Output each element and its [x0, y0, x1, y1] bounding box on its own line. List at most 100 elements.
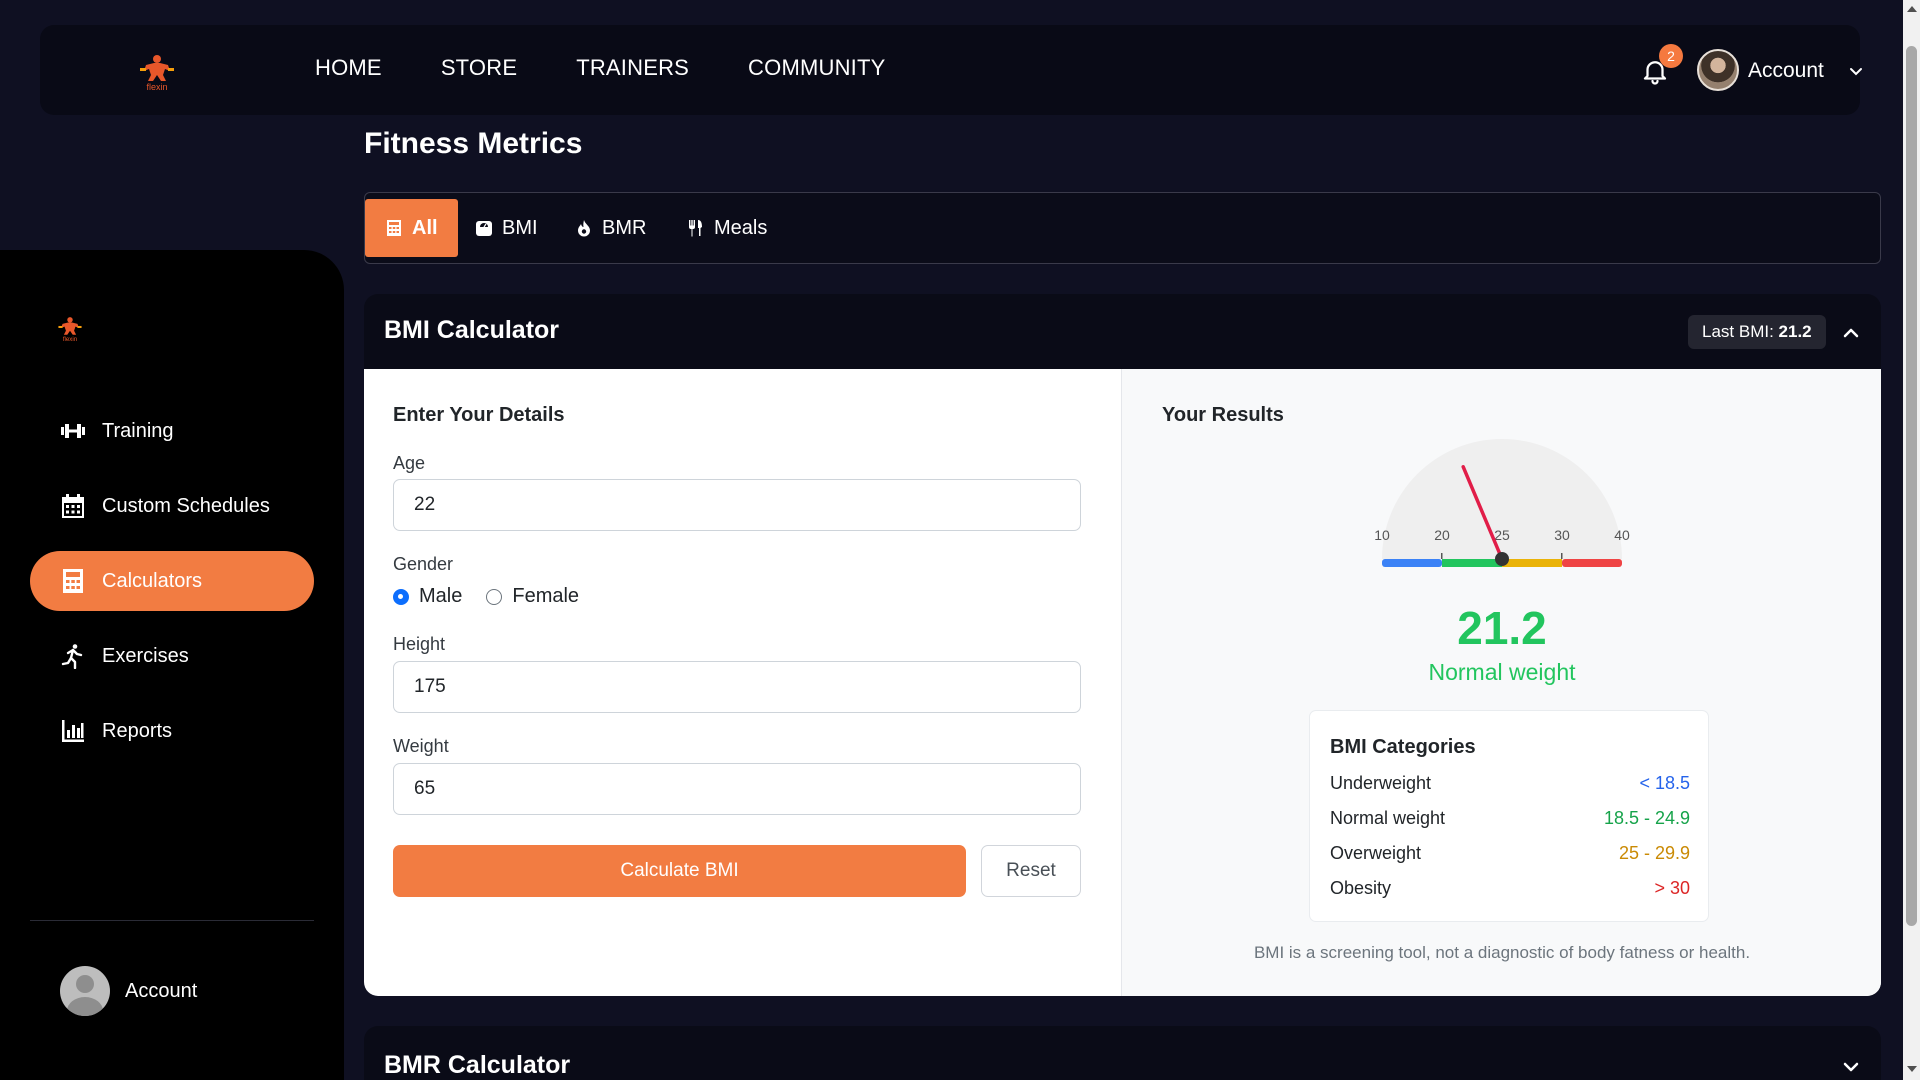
gauge-tick-label: 40	[1614, 527, 1630, 543]
svg-text:flexin: flexin	[146, 82, 167, 91]
sidebar: flexin Training Custom Schedules Calcula…	[0, 250, 344, 1080]
dumbbell-icon	[60, 418, 86, 444]
sidebar-item-exercises[interactable]: Exercises	[30, 626, 314, 686]
sidebar-item-label: Reports	[102, 719, 173, 742]
sidebar-item-label: Calculators	[102, 569, 203, 592]
gender-radio-group: Male Female	[393, 585, 579, 608]
last-bmi-badge: Last BMI: 21.2	[1688, 315, 1826, 349]
tab-meals[interactable]: Meals	[667, 199, 787, 257]
tab-label: All	[412, 216, 438, 239]
category-row: Underweight < 18.5	[1330, 773, 1690, 794]
nav-community[interactable]: COMMUNITY	[748, 55, 885, 81]
bmr-card-header[interactable]: BMR Calculator	[364, 1026, 1881, 1080]
gender-label: Gender	[393, 554, 454, 574]
calculator-icon	[385, 219, 403, 237]
svg-text:flexin: flexin	[63, 336, 77, 343]
gauge-tick	[1561, 553, 1563, 559]
gauge-band-obesity	[1562, 559, 1622, 567]
bmi-gauge: 10 20 25 30 40	[1374, 439, 1630, 567]
notification-badge: 2	[1659, 44, 1683, 68]
category-range: 18.5 - 24.9	[1603, 808, 1690, 828]
scrollbar-thumb[interactable]	[1906, 46, 1917, 926]
category-name: Underweight	[1330, 773, 1432, 793]
sidebar-item-label: Custom Schedules	[102, 494, 270, 517]
bmi-disclaimer: BMI is a screening tool, not a diagnosti…	[1253, 943, 1751, 962]
weight-input[interactable]: 65	[393, 763, 1081, 815]
chevron-up-icon[interactable]	[1842, 324, 1860, 342]
gauge-band-underweight	[1382, 559, 1442, 567]
tab-bmi[interactable]: BMI	[455, 199, 558, 257]
utensils-icon	[687, 219, 705, 237]
bmi-card-header[interactable]: BMI Calculator Last BMI: 21.2	[364, 294, 1881, 369]
fire-icon	[575, 219, 593, 237]
results-heading: Your Results	[1162, 404, 1284, 426]
bmi-card-title: BMI Calculator	[384, 316, 560, 344]
gauge-tick-label: 30	[1554, 527, 1570, 543]
category-row: Overweight 25 - 29.9	[1330, 843, 1690, 864]
category-name: Normal weight	[1330, 808, 1446, 828]
running-icon	[60, 643, 86, 669]
avatar[interactable]	[1697, 49, 1739, 91]
gauge-band-overweight	[1502, 559, 1562, 567]
bmi-card-body: Enter Your Details Age 22 Gender Male Fe…	[364, 369, 1881, 996]
bar-chart-icon	[60, 718, 86, 744]
gauge-band-normal	[1442, 559, 1502, 567]
gender-female-label[interactable]: Female	[512, 585, 579, 608]
account-menu-label[interactable]: Account	[1748, 59, 1824, 83]
bmi-categories-title: BMI Categories	[1330, 736, 1476, 758]
flexin-logo[interactable]: flexin	[132, 51, 182, 91]
scroll-down-arrow-icon[interactable]	[1907, 1066, 1917, 1072]
sidebar-divider	[30, 920, 314, 921]
bmi-result-status: Normal weight	[1428, 659, 1576, 685]
tab-label: BMI	[502, 216, 538, 239]
age-input[interactable]: 22	[393, 479, 1081, 531]
nav-home[interactable]: HOME	[315, 55, 382, 81]
tab-bmr[interactable]: BMR	[555, 199, 666, 257]
main-nav: HOME STORE TRAINERS COMMUNITY	[315, 55, 945, 81]
scroll-up-arrow-icon[interactable]	[1907, 6, 1917, 12]
scale-icon	[475, 219, 493, 237]
tab-label: Meals	[714, 216, 768, 239]
age-label: Age	[393, 453, 426, 473]
height-label: Height	[393, 634, 446, 654]
chevron-down-icon[interactable]	[1842, 1058, 1860, 1076]
gauge-tick-label: 25	[1494, 527, 1510, 543]
flexin-logo[interactable]: flexin	[53, 312, 87, 344]
sidebar-item-label: Exercises	[102, 644, 189, 667]
category-range: < 18.5	[1639, 773, 1690, 793]
last-bmi-label: Last BMI:	[1702, 322, 1774, 341]
sidebar-account-label[interactable]: Account	[125, 980, 197, 1003]
height-input[interactable]: 175	[393, 661, 1081, 713]
category-range: 25 - 29.9	[1618, 843, 1690, 863]
top-navbar: flexin HOME STORE TRAINERS COMMUNITY 2 A…	[40, 25, 1862, 115]
sidebar-item-label: Training	[102, 419, 174, 442]
chevron-down-icon[interactable]	[1848, 63, 1864, 79]
page-title: Fitness Metrics	[364, 127, 583, 160]
gender-male-label[interactable]: Male	[419, 585, 462, 608]
results-pane: Your Results 10 20 25 30 40 21.2 Normal …	[1121, 369, 1881, 996]
gauge-tick	[1441, 553, 1443, 559]
form-heading: Enter Your Details	[393, 404, 565, 426]
category-range: > 30	[1654, 878, 1690, 898]
sidebar-item-reports[interactable]: Reports	[30, 701, 314, 761]
reset-button[interactable]: Reset	[981, 845, 1081, 897]
bmi-result-value: 21.2	[1457, 602, 1547, 654]
nav-store[interactable]: STORE	[441, 55, 517, 81]
gender-female-radio[interactable]	[486, 588, 503, 605]
weight-label: Weight	[393, 736, 449, 756]
sidebar-item-training[interactable]: Training	[30, 401, 314, 461]
category-row: Normal weight 18.5 - 24.9	[1330, 808, 1690, 829]
tab-all[interactable]: All	[365, 199, 458, 257]
bmi-categories-box: BMI Categories Underweight < 18.5 Normal…	[1309, 710, 1709, 922]
gauge-tick-label: 20	[1434, 527, 1450, 543]
gender-male-radio[interactable]	[393, 588, 409, 605]
gauge-hub	[1495, 552, 1509, 566]
avatar[interactable]	[60, 966, 110, 1016]
sidebar-item-custom-schedules[interactable]: Custom Schedules	[30, 476, 314, 536]
calendar-icon	[60, 493, 86, 519]
calculator-icon	[60, 568, 86, 594]
last-bmi-value: 21.2	[1778, 322, 1812, 341]
calculate-bmi-button[interactable]: Calculate BMI	[393, 845, 966, 897]
sidebar-item-calculators[interactable]: Calculators	[30, 551, 314, 611]
nav-trainers[interactable]: TRAINERS	[576, 55, 689, 81]
